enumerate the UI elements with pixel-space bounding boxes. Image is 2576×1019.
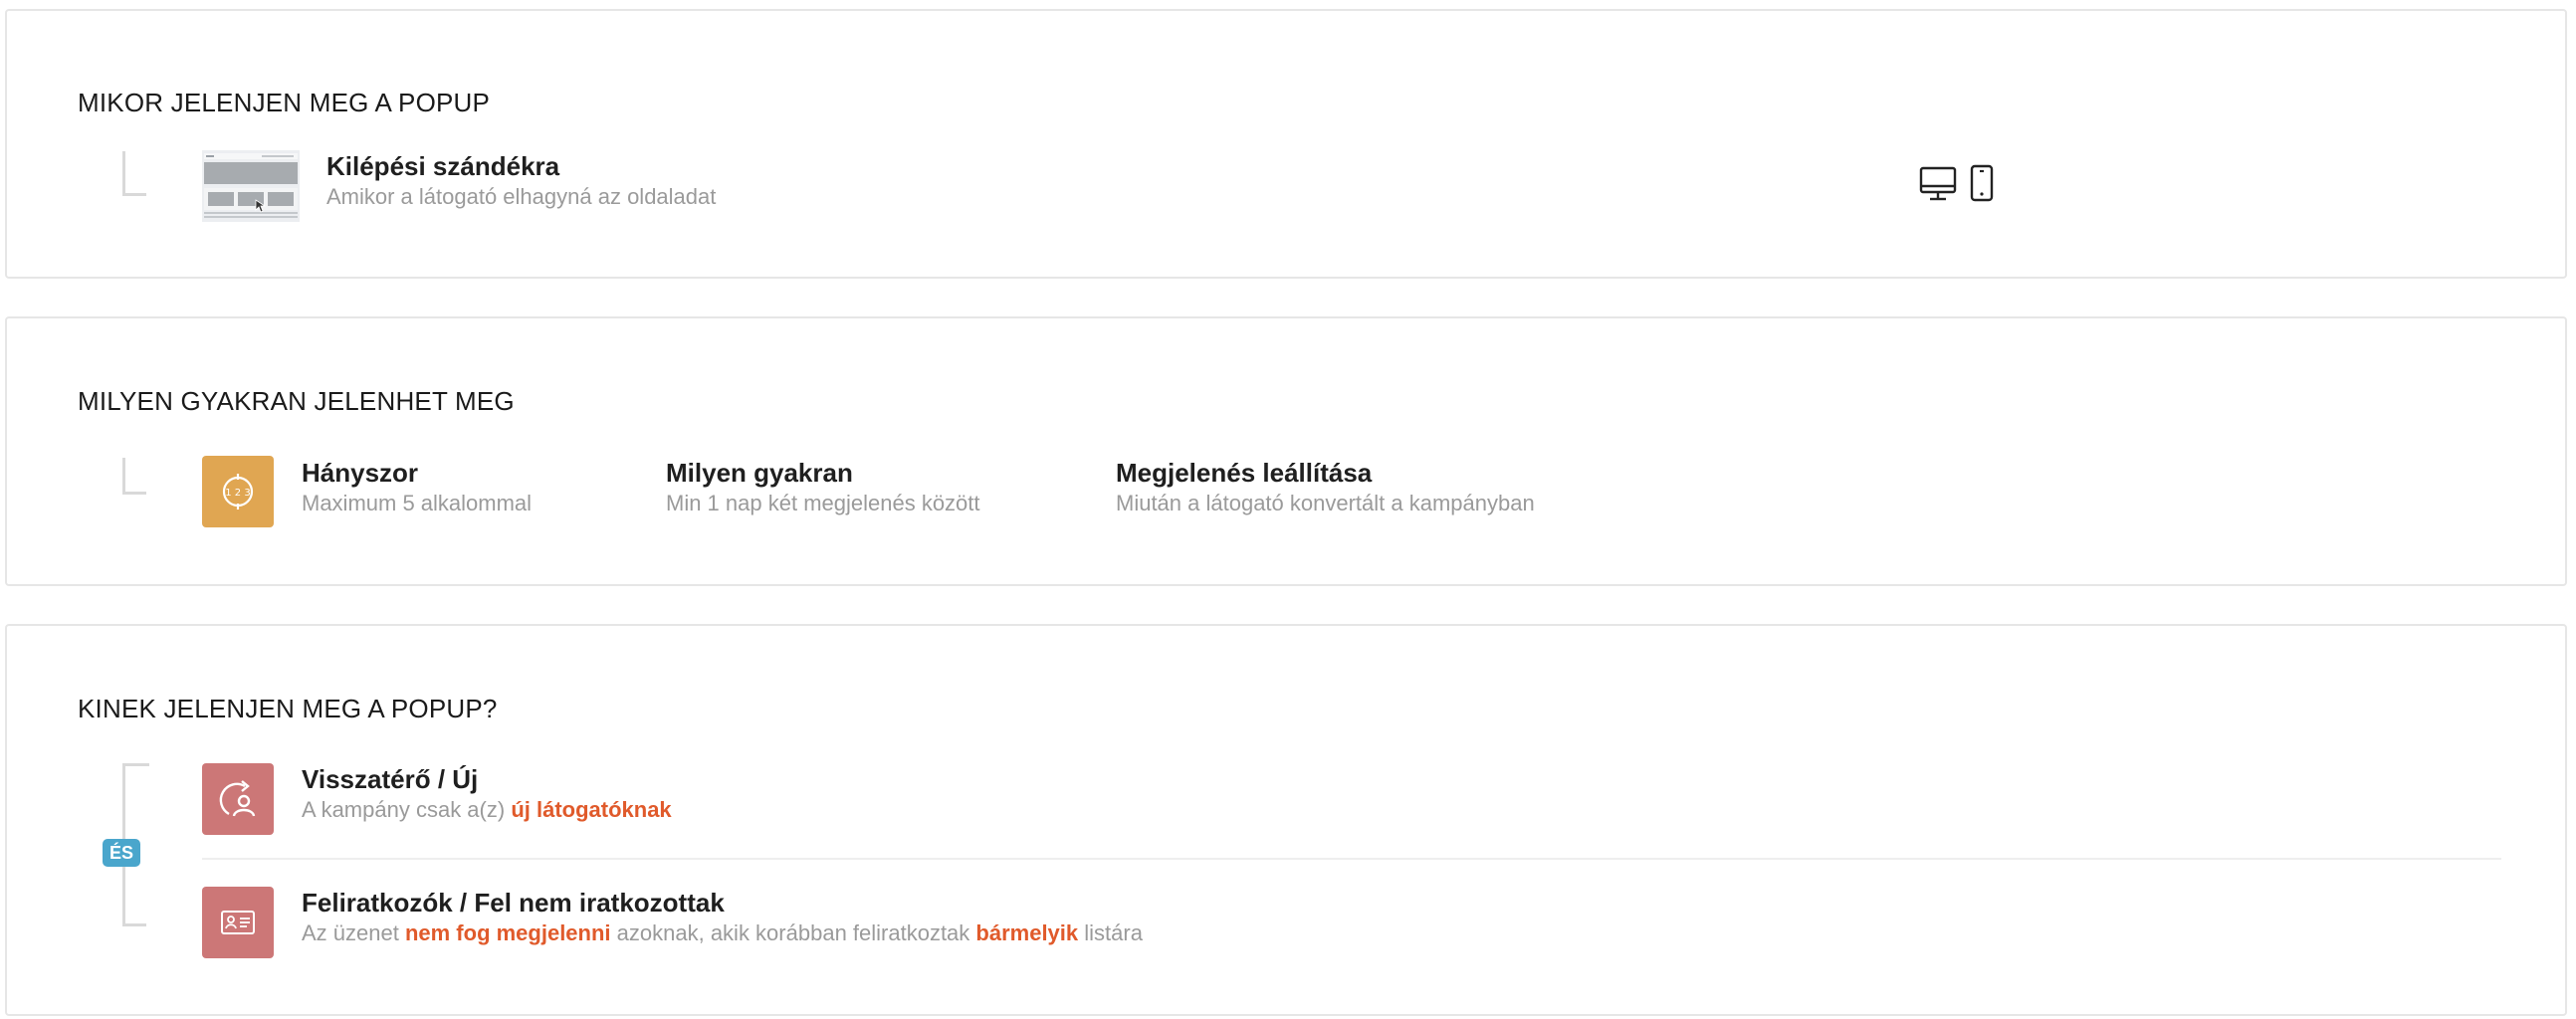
visitor-icon-box xyxy=(202,763,274,835)
returning-visitor-icon xyxy=(219,780,256,817)
row-divider xyxy=(202,858,2501,860)
exit-intent-icon xyxy=(202,150,300,222)
visitor-title: Visszatérő / Új xyxy=(302,764,479,794)
subscriber-description: Az üzenet nem fog megjelenni azoknak, ak… xyxy=(302,920,1143,946)
subscriber-desc-1: Az üzenet xyxy=(302,920,405,945)
frequency-stop-title: Megjelenés leállítása xyxy=(1116,458,1373,488)
contact-card-icon xyxy=(221,911,255,934)
tree-connector xyxy=(122,458,146,495)
frequency-card: MILYEN GYAKRAN JELENHET MEG 1 2 3 Hánysz… xyxy=(5,316,2567,586)
mobile-icon[interactable] xyxy=(1969,164,1995,202)
frequency-interval-description: Min 1 nap két megjelenés között xyxy=(666,491,980,515)
subscriber-desc-highlight-1: nem fog megjelenni xyxy=(404,920,611,945)
frequency-stop-description: Miután a látogató konvertált a kampányba… xyxy=(1116,491,1535,515)
frequency-card-title: MILYEN GYAKRAN JELENHET MEG xyxy=(78,386,515,416)
trigger-title: Kilépési szándékra xyxy=(326,151,560,181)
trigger-card: MIKOR JELENJEN MEG A POPUP Kilépési szán… xyxy=(5,9,2567,279)
frequency-count-title: Hányszor xyxy=(302,458,419,488)
audience-card: KINEK JELENJEN MEG A POPUP? ÉS Visszatér… xyxy=(5,624,2567,1016)
subscriber-desc-3: listára xyxy=(1078,920,1143,945)
counter-icon-text: 1 2 3 xyxy=(225,488,250,499)
subscriber-title: Feliratkozók / Fel nem iratkozottak xyxy=(302,888,725,917)
audience-card-title: KINEK JELENJEN MEG A POPUP? xyxy=(78,694,498,723)
subscriber-desc-highlight-2: bármelyik xyxy=(975,920,1079,945)
desktop-icon[interactable] xyxy=(1919,164,1957,202)
visitor-description-highlight: új látogatóknak xyxy=(511,797,672,822)
subscriber-desc-2: azoknak, akik korábban feliratkoztak xyxy=(610,920,976,945)
exit-intent-thumbnail xyxy=(202,150,300,222)
frequency-interval-title: Milyen gyakran xyxy=(666,458,853,488)
counter-icon: 1 2 3 xyxy=(222,474,254,510)
tree-connector-top xyxy=(125,763,149,766)
trigger-card-title: MIKOR JELENJEN MEG A POPUP xyxy=(78,88,491,117)
visitor-description-text: A kampány csak a(z) xyxy=(302,797,512,822)
tree-connector xyxy=(122,151,146,196)
and-operator-badge: ÉS xyxy=(103,839,141,867)
subscriber-icon-box xyxy=(202,887,274,958)
trigger-description: Amikor a látogató elhagyná az oldaladat xyxy=(326,184,717,209)
visitor-description: A kampány csak a(z) új látogatóknak xyxy=(302,797,672,823)
frequency-count-icon-box: 1 2 3 xyxy=(202,456,274,527)
frequency-count-description: Maximum 5 alkalommal xyxy=(302,491,533,515)
